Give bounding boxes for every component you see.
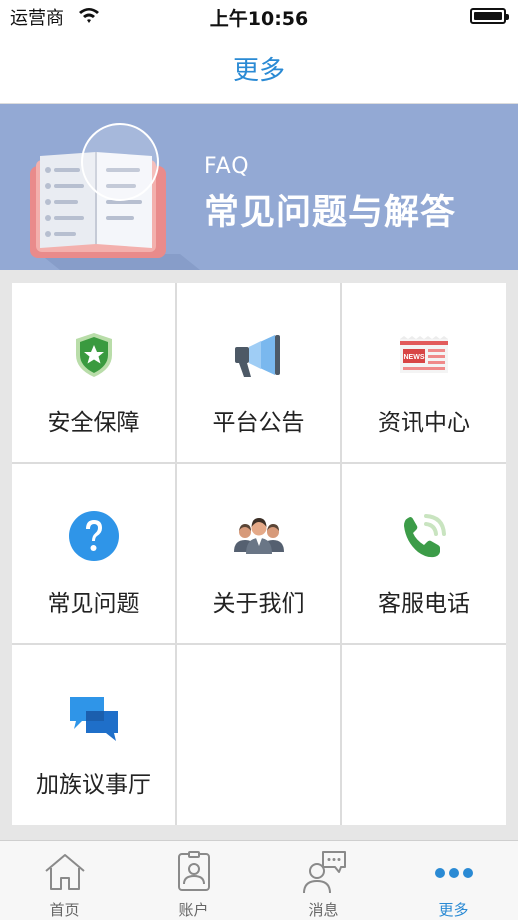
- grid-item-faq[interactable]: 常见问题: [12, 464, 175, 643]
- battery-icon: [470, 8, 509, 24]
- grid-item-label: 常见问题: [47, 591, 140, 617]
- grid-item-label: 加族议事厅: [36, 772, 151, 798]
- page-title: 更多: [232, 56, 285, 86]
- faq-label: FAQ: [204, 154, 250, 179]
- tab-messages[interactable]: 消息: [259, 841, 388, 920]
- tab-label: 账户: [178, 901, 209, 919]
- grid-item-news[interactable]: NEWS 资讯中心: [342, 283, 506, 462]
- tab-home[interactable]: 首页: [0, 841, 129, 920]
- account-icon: [177, 851, 210, 891]
- message-icon: [302, 851, 346, 894]
- grid-item-announcements[interactable]: 平台公告: [177, 283, 340, 462]
- feature-grid: 安全保障 平台公告 NEWS 资讯中心 常见问题 关于我们 客服电话 加族议事厅: [12, 283, 506, 825]
- nav-bar: 更多: [0, 32, 518, 104]
- tab-account[interactable]: 账户: [129, 841, 258, 920]
- open-book-icon: [30, 123, 200, 270]
- grid-item-label: 客服电话: [378, 591, 470, 617]
- faq-title: 常见问题与解答: [204, 193, 457, 233]
- question-icon: [68, 511, 119, 561]
- grid-empty-cell: [177, 645, 340, 825]
- tab-bar: 首页 账户 消息 更多: [0, 840, 518, 920]
- grid-empty-cell: [342, 645, 506, 825]
- phone-icon: [404, 514, 446, 558]
- grid-item-hotline[interactable]: 客服电话: [342, 464, 506, 643]
- grid-item-security[interactable]: 安全保障: [12, 283, 175, 462]
- shield-star-icon: [75, 333, 112, 377]
- faq-banner[interactable]: FAQ 常见问题与解答: [0, 104, 518, 270]
- grid-item-forum[interactable]: 加族议事厅: [12, 645, 175, 825]
- chat-bubbles-icon: [69, 697, 118, 741]
- clock: 上午10:56: [209, 8, 309, 30]
- news-icon: NEWS: [400, 336, 448, 373]
- tab-label: 消息: [308, 901, 339, 919]
- grid-item-label: 安全保障: [47, 410, 140, 436]
- tab-label: 首页: [49, 901, 80, 919]
- grid-item-label: 资讯中心: [378, 410, 470, 436]
- team-icon: [233, 518, 284, 554]
- grid-item-label: 平台公告: [212, 410, 305, 436]
- more-icon: [434, 868, 473, 878]
- status-bar: 运营商 上午10:56: [0, 0, 518, 32]
- home-icon: [44, 854, 85, 890]
- grid-item-label: 关于我们: [212, 591, 305, 617]
- svg-text:NEWS: NEWS: [404, 354, 425, 361]
- tab-more[interactable]: 更多: [389, 841, 518, 920]
- megaphone-icon: [234, 335, 280, 377]
- tab-label: 更多: [438, 901, 469, 919]
- grid-item-about[interactable]: 关于我们: [177, 464, 340, 643]
